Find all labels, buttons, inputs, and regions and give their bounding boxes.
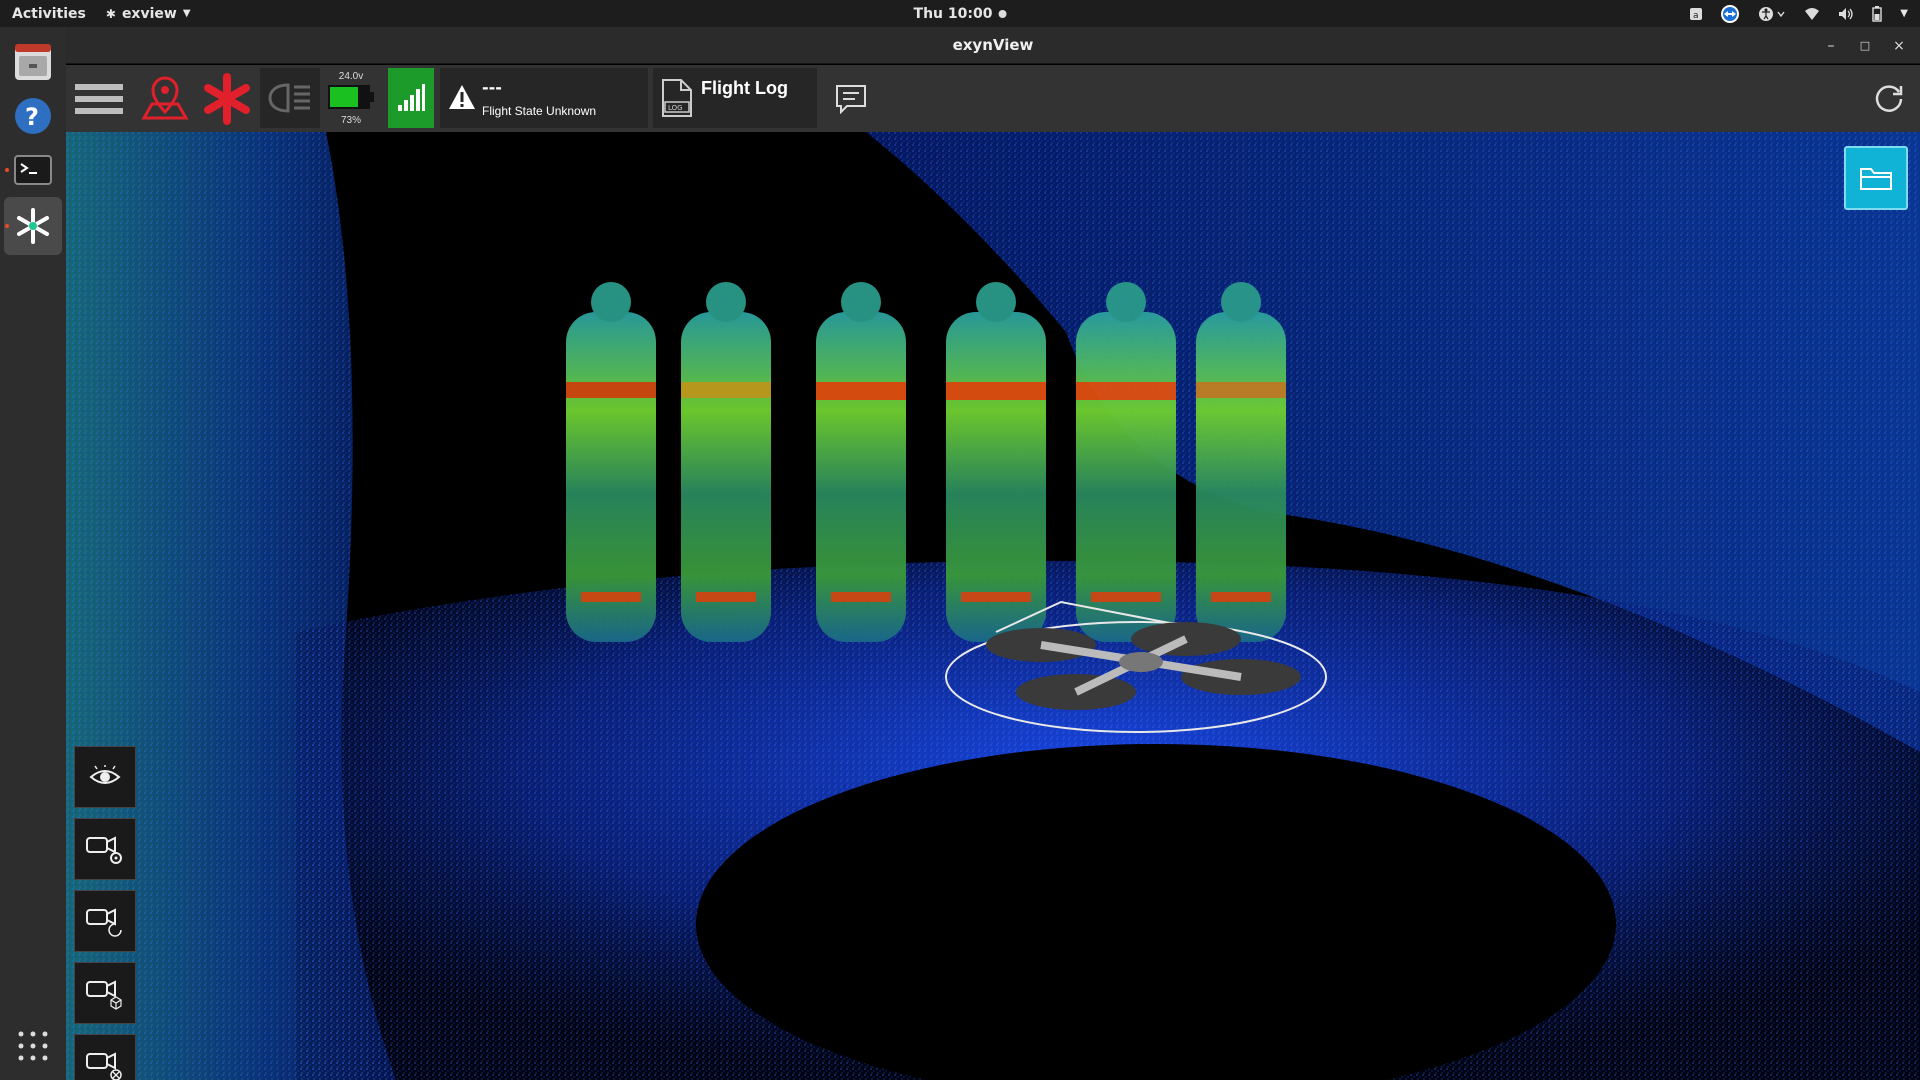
camera-target-icon bbox=[86, 1052, 122, 1080]
map-pin-icon bbox=[141, 76, 189, 119]
exynview-window: exynView – □ × 24.0v 73% --- Flight Stat… bbox=[66, 27, 1920, 1080]
maximize-icon: □ bbox=[1859, 39, 1871, 52]
exyn-app-icon bbox=[17, 208, 49, 244]
system-top-bar: Activities ✱ exview ▼ Thu 10:00 a ▼ bbox=[0, 0, 1920, 27]
battery-percent: 73% bbox=[340, 115, 361, 126]
dock-files[interactable] bbox=[4, 33, 62, 91]
flight-state-panel[interactable]: --- Flight State Unknown bbox=[440, 68, 648, 128]
app-menu-icon: ✱ bbox=[105, 6, 116, 21]
flight-state-value: --- bbox=[482, 78, 502, 97]
battery-indicator-icon[interactable] bbox=[1872, 5, 1882, 22]
application-dock: ? bbox=[0, 27, 66, 1080]
open-folder-button[interactable] bbox=[1844, 146, 1908, 210]
point-cloud-render bbox=[66, 132, 1920, 1080]
system-tray: a ▼ bbox=[1690, 0, 1908, 27]
dock-exynview[interactable] bbox=[4, 197, 62, 255]
svg-text:?: ? bbox=[25, 103, 39, 131]
notification-dot-icon bbox=[998, 9, 1007, 18]
refresh-button[interactable] bbox=[1858, 65, 1920, 132]
help-icon: ? bbox=[15, 98, 51, 134]
dock-help[interactable]: ? bbox=[4, 87, 62, 145]
signal-status[interactable] bbox=[388, 68, 434, 128]
camera-settings-button[interactable] bbox=[74, 818, 136, 880]
running-indicator bbox=[5, 224, 9, 228]
battery-terminal bbox=[370, 92, 374, 102]
flight-log-button[interactable]: LOG Flight Log bbox=[653, 68, 817, 128]
app-grid-icon bbox=[18, 1031, 48, 1061]
headlight-button[interactable] bbox=[260, 68, 320, 128]
svg-text:LOG: LOG bbox=[668, 104, 683, 112]
app-menu[interactable]: ✱ exview ▼ bbox=[98, 6, 199, 22]
camera-3d-button[interactable] bbox=[74, 962, 136, 1024]
window-titlebar[interactable]: exynView – □ × bbox=[66, 27, 1920, 64]
visibility-button[interactable] bbox=[74, 746, 136, 808]
running-indicator bbox=[5, 168, 9, 172]
exyn-logo-button[interactable] bbox=[198, 65, 256, 132]
clock-label: Thu 10:00 bbox=[913, 5, 993, 22]
accessibility-icon[interactable] bbox=[1758, 6, 1786, 22]
close-icon: × bbox=[1893, 37, 1905, 54]
wifi-icon[interactable] bbox=[1804, 7, 1820, 21]
warning-icon bbox=[449, 85, 475, 109]
camera-settings-icon bbox=[86, 836, 122, 864]
amazon-indicator-icon[interactable]: a bbox=[1690, 7, 1703, 20]
battery-voltage: 24.0v bbox=[338, 71, 364, 82]
menu-button[interactable] bbox=[66, 65, 132, 132]
map-pin-button[interactable] bbox=[136, 65, 194, 132]
dock-terminal[interactable] bbox=[4, 141, 62, 199]
exyn-logo-icon bbox=[204, 72, 250, 125]
chat-icon bbox=[836, 84, 866, 114]
camera-cube-icon bbox=[86, 980, 122, 1010]
hamburger-icon bbox=[75, 83, 123, 114]
headlight-icon bbox=[268, 83, 310, 113]
file-cabinet-icon bbox=[15, 44, 51, 80]
minimize-icon: – bbox=[1827, 37, 1835, 54]
close-button[interactable]: × bbox=[1884, 27, 1914, 64]
log-file-icon: LOG bbox=[662, 79, 692, 117]
app-menu-label: exview bbox=[121, 5, 177, 22]
signal-bars-icon bbox=[398, 84, 425, 111]
camera-follow-button[interactable] bbox=[74, 1034, 136, 1080]
chat-button[interactable] bbox=[822, 65, 880, 132]
battery-status: 24.0v 73% bbox=[324, 65, 378, 132]
main-toolbar: 24.0v 73% --- Flight State Unknown LOG F… bbox=[66, 65, 1920, 132]
svg-text:a: a bbox=[1693, 11, 1699, 20]
teamviewer-icon[interactable] bbox=[1720, 4, 1740, 24]
camera-orbit-icon bbox=[86, 908, 122, 937]
flight-log-label: Flight Log bbox=[701, 78, 788, 98]
chevron-down-icon: ▼ bbox=[182, 8, 191, 19]
folder-icon bbox=[1860, 168, 1892, 190]
maximize-button[interactable]: □ bbox=[1850, 27, 1880, 64]
battery-fill bbox=[330, 87, 358, 107]
minimize-button[interactable]: – bbox=[1816, 27, 1846, 64]
chevron-down-icon[interactable]: ▼ bbox=[1900, 8, 1908, 19]
point-cloud-viewport[interactable] bbox=[66, 132, 1920, 1080]
window-title: exynView bbox=[952, 36, 1034, 54]
clock[interactable]: Thu 10:00 bbox=[914, 6, 1007, 22]
battery-icon bbox=[328, 85, 370, 109]
view-tools bbox=[74, 746, 136, 1080]
show-applications-button[interactable] bbox=[4, 1017, 62, 1075]
eye-icon bbox=[89, 765, 121, 784]
refresh-icon bbox=[1875, 84, 1903, 112]
flight-state-label: Flight State Unknown bbox=[482, 104, 597, 118]
terminal-icon bbox=[14, 155, 52, 185]
activities-button[interactable]: Activities bbox=[0, 6, 98, 22]
camera-orbit-button[interactable] bbox=[74, 890, 136, 952]
volume-icon[interactable] bbox=[1838, 7, 1854, 21]
